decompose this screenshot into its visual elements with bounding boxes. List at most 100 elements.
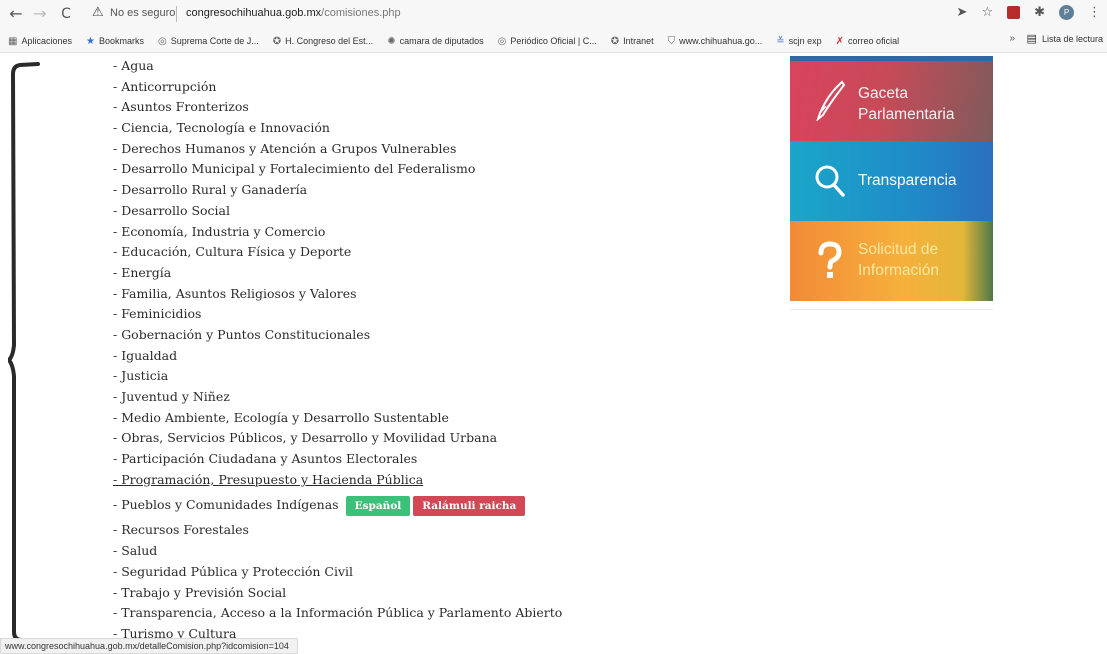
commission-link[interactable]: - Familia, Asuntos Religiosos y Valores [113, 284, 562, 305]
commission-link[interactable]: - Seguridad Pública y Protección Civil [113, 562, 562, 583]
commission-link[interactable]: - Energía [113, 263, 562, 284]
bookmarks-overflow-chevron-icon[interactable]: » [1009, 33, 1015, 44]
commission-label: - Desarrollo Municipal y Fortalecimiento… [113, 161, 476, 177]
spanish-language-button[interactable]: Español [345, 495, 411, 516]
menu-icon[interactable]: ⋮ [1088, 5, 1101, 20]
share-icon[interactable]: ➤ [957, 5, 968, 20]
transparencia-banner[interactable]: Transparencia [790, 141, 993, 221]
commission-link[interactable]: - Educación, Cultura Física y Deporte [113, 242, 562, 263]
commission-label: - Igualdad [113, 347, 178, 363]
commission-label: - Justicia [113, 368, 169, 384]
commission-label: - Agua [113, 58, 154, 73]
commission-link[interactable]: - Participación Ciudadana y Asuntos Elec… [113, 449, 562, 470]
commission-link[interactable]: - Feminicidios [113, 304, 562, 325]
raramuri-language-button[interactable]: Ralámuli raicha [413, 495, 526, 516]
browser-toolbar: ← → C ⚠ No es seguro congresochihuahua.g… [0, 0, 1107, 30]
solicitud-label: Solicitud de Información [858, 239, 939, 281]
bookmark-item[interactable]: ★ Bookmarks [86, 36, 144, 47]
commission-link[interactable]: - Derechos Humanos y Atención a Grupos V… [113, 139, 562, 160]
bookmark-item[interactable]: ≚ scjn exp [776, 36, 821, 47]
puzzle-extension-icon[interactable]: ✱ [1034, 5, 1045, 20]
bookmark-label: Bookmarks [98, 36, 144, 46]
commission-link[interactable]: - Agua [113, 56, 562, 77]
commission-link[interactable]: - Salud [113, 541, 562, 562]
address-bar[interactable]: congresochihuahua.gob.mx/comisiones.php [186, 7, 401, 19]
commission-list: - Agua - Anticorrupción - Asuntos Fronteri… [113, 56, 562, 645]
commission-label: - Pueblos y Comunidades Indígenas [113, 497, 339, 513]
commission-link[interactable]: - Economía, Industria y Comercio [113, 222, 562, 243]
bookmark-label: scjn exp [788, 36, 822, 46]
security-status[interactable]: No es seguro [110, 7, 175, 19]
bookmark-item[interactable]: ▦ Aplicaciones [8, 36, 72, 47]
commission-link[interactable]: - Obras, Servicios Públicos, y Desarroll… [113, 428, 562, 449]
gaceta-parlamentaria-banner[interactable]: Gaceta Parlamentaria [790, 61, 993, 141]
bookmark-item[interactable]: ◎ Suprema Corte de J... [158, 36, 259, 47]
commission-link[interactable]: - Justicia [113, 366, 562, 387]
commission-label: - Desarrollo Social [113, 202, 230, 218]
commission-link[interactable]: - Medio Ambiente, Ecología y Desarrollo … [113, 408, 562, 429]
forward-arrow-icon[interactable]: → [30, 4, 50, 24]
commission-link[interactable]: - Recursos Forestales [113, 520, 562, 541]
commission-link[interactable]: - Asuntos Fronterizos [113, 97, 562, 118]
congreso-icon: ✪ [272, 35, 282, 47]
bookmark-label: Aplicaciones [21, 36, 72, 46]
commission-link[interactable]: - Gobernación y Puntos Constitucionales [113, 325, 562, 346]
bookmark-label: correo oficial [848, 36, 900, 46]
commission-link[interactable]: - Desarrollo Social [113, 201, 562, 222]
question-mark-icon [818, 241, 842, 278]
reading-list-button[interactable]: ▤ Lista de lectura [1027, 32, 1103, 45]
gaceta-label: Gaceta Parlamentaria [858, 83, 955, 125]
commission-label: - Seguridad Pública y Protección Civil [113, 563, 354, 579]
commission-link[interactable]: - Trabajo y Previsión Social [113, 583, 562, 604]
bookmark-item[interactable]: ✗ correo oficial [836, 36, 899, 47]
star-icon[interactable]: ☆ [981, 5, 993, 20]
commission-label: - Participación Ciudadana y Asuntos Elec… [113, 451, 418, 467]
bookmark-label: camara de diputados [399, 36, 484, 46]
commission-link[interactable]: - Desarrollo Rural y Ganadería [113, 180, 562, 201]
solicitud-line-2: Información [858, 262, 939, 279]
commission-label: - Feminicidios [113, 306, 202, 322]
commission-link[interactable]: - Transparencia, Acceso a la Información… [113, 603, 562, 624]
bookmark-item[interactable]: ✪ Intranet [611, 36, 654, 47]
commission-link[interactable]: - Igualdad [113, 346, 562, 367]
commission-label: - Trabajo y Previsión Social [113, 584, 287, 600]
bookmark-item[interactable]: ⛉ www.chihuahua.go... [668, 36, 763, 47]
commission-label: - Recursos Forestales [113, 522, 249, 538]
profile-avatar-icon[interactable]: P [1059, 5, 1074, 20]
bookmarks-bar: ▦ Aplicaciones ★ Bookmarks ◎ Suprema Corte de… [0, 30, 1107, 53]
commission-label: - Juventud y Niñez [113, 389, 230, 404]
warning-triangle-icon[interactable]: ⚠ [92, 5, 104, 20]
commission-link[interactable]: - Ciencia, Tecnología e Innovación [113, 118, 562, 139]
handdrawn-bracket-annotation [8, 62, 40, 643]
bookmark-label: www.chihuahua.go... [679, 36, 763, 46]
pdf-extension-icon[interactable] [1007, 6, 1021, 19]
x-mail-icon: ✗ [835, 35, 845, 47]
commission-link[interactable]: - Pueblos y Comunidades Indígenas Españo… [113, 490, 562, 520]
bookmark-label: Intranet [623, 36, 654, 46]
reload-icon[interactable]: C [56, 4, 76, 24]
commission-link[interactable]: - Anticorrupción [113, 77, 562, 98]
commission-label: - Transparencia, Acceso a la Información… [113, 605, 563, 621]
bookmark-item[interactable]: ✪ H. Congreso del Est... [273, 36, 373, 47]
url-host: congresochihuahua.gob.mx [186, 7, 322, 19]
shield-icon: ⛉ [667, 35, 676, 47]
bookmark-label: H. Congreso del Est... [285, 36, 374, 46]
back-arrow-icon[interactable]: ← [6, 4, 26, 24]
status-bar-url: www.congresochihuahua.gob.mx/detalleComi… [0, 638, 298, 654]
commission-link[interactable]: - Programación, Presupuesto y Hacienda P… [113, 470, 562, 491]
bookmark-item[interactable]: ✺ camara de diputados [387, 36, 483, 47]
apps-grid-icon: ▦ [8, 35, 18, 47]
globe-icon: ◎ [157, 35, 167, 47]
star-icon: ★ [85, 35, 95, 47]
commission-label: - Derechos Humanos y Atención a Grupos V… [113, 140, 457, 156]
gaceta-line-1: Gaceta [858, 85, 908, 102]
solicitud-informacion-banner[interactable]: Solicitud de Información [790, 221, 993, 301]
commission-link[interactable]: - Desarrollo Municipal y Fortalecimiento… [113, 159, 562, 180]
banner-divider [790, 301, 993, 310]
bookmark-item[interactable]: ◎ Periódico Oficial | C... [498, 36, 597, 47]
search-icon [815, 165, 845, 197]
commission-label: - Salud [113, 543, 158, 559]
commission-label: - Familia, Asuntos Religiosos y Valores [113, 285, 357, 301]
camara-icon: ✺ [387, 35, 396, 47]
commission-link[interactable]: - Juventud y Niñez [113, 387, 562, 408]
